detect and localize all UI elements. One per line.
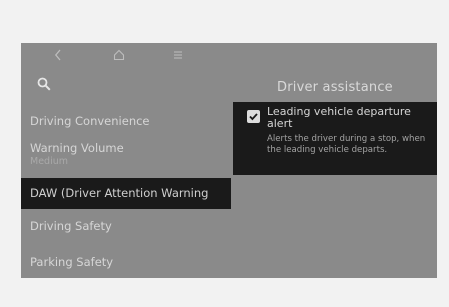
sidebar-item-daw[interactable]: DAW (Driver Attention Warning bbox=[21, 178, 231, 209]
sidebar-item-parking-safety[interactable]: Parking Safety bbox=[21, 252, 231, 272]
search-icon[interactable] bbox=[37, 76, 51, 91]
sidebar-item-label: DAW (Driver Attention Warning bbox=[30, 186, 209, 200]
sidebar-item-warning-volume[interactable]: Warning Volume Medium bbox=[21, 138, 231, 172]
sidebar-item-label: Warning Volume bbox=[30, 141, 124, 155]
display-screen: Driver assistance Driving Convenience Wa… bbox=[21, 43, 437, 278]
home-icon[interactable] bbox=[113, 49, 125, 64]
page: Driver assistance Driving Convenience Wa… bbox=[0, 0, 449, 307]
sidebar-item-label: Driving Safety bbox=[30, 219, 112, 233]
option-label: Leading vehicle departure alert bbox=[267, 105, 411, 130]
page-title: Driver assistance bbox=[277, 80, 393, 95]
sidebar-item-driving-convenience[interactable]: Driving Convenience bbox=[21, 111, 231, 131]
chevron-left-icon[interactable] bbox=[54, 49, 62, 64]
menu-icon[interactable] bbox=[173, 49, 183, 64]
sidebar-item-label: Driving Convenience bbox=[30, 114, 150, 128]
sidebar-item-label: Parking Safety bbox=[30, 255, 114, 269]
warning-volume-value: Medium bbox=[30, 156, 68, 167]
leading-vehicle-departure-option[interactable]: Leading vehicle departure alert Alerts t… bbox=[233, 102, 437, 175]
leading-vehicle-departure-checkbox[interactable] bbox=[247, 110, 260, 123]
top-navigation-bar bbox=[21, 43, 221, 67]
option-description: Alerts the driver during a stop, when th… bbox=[267, 134, 426, 155]
sidebar-item-driving-safety[interactable]: Driving Safety bbox=[21, 216, 231, 236]
